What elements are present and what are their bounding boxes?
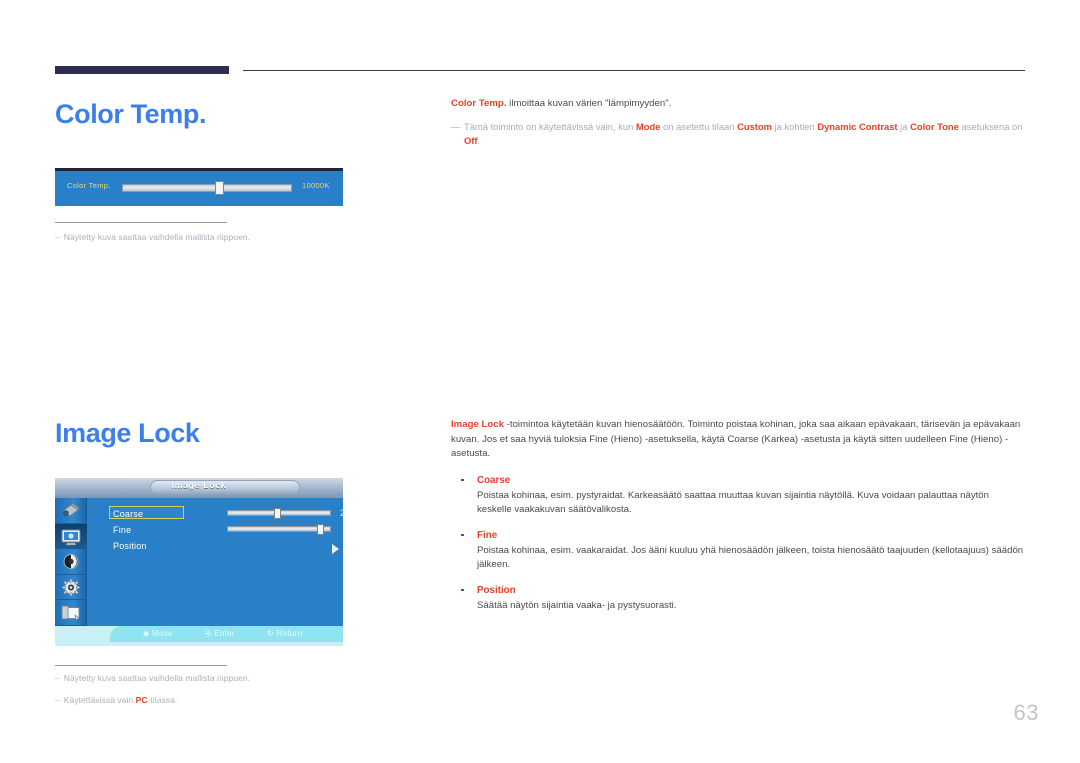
osd-footer-move[interactable]: ◆ Move bbox=[143, 629, 173, 638]
term-image-lock: Image Lock bbox=[451, 419, 504, 430]
note-term: Dynamic Contrast bbox=[817, 120, 898, 132]
note-image-lock-1: – Näytetty kuva saattaa vaihdella mallist… bbox=[55, 673, 250, 683]
term-color-temp: Color Temp. bbox=[451, 98, 507, 109]
note-run: asetuksena on bbox=[958, 120, 1023, 132]
osd-color-temp-value: 10000K bbox=[302, 181, 330, 190]
paragraph-image-lock-lead: Image Lock -toimintoa käytetään kuvan hi… bbox=[451, 418, 1026, 462]
osd-footer-return-label: Return bbox=[276, 629, 303, 638]
page-title-color-temp: Color Temp. bbox=[55, 99, 207, 129]
note-image-lock-2: – Käytettävissä vain PC-tilassa. bbox=[55, 695, 177, 705]
osd-top-border bbox=[55, 168, 343, 171]
osd-color-temp-screenshot: Color Temp. 10000K bbox=[55, 168, 343, 206]
osd-sidebar-item-sound[interactable] bbox=[55, 549, 87, 575]
bullet-dot-icon bbox=[461, 588, 464, 591]
bullet-position: Position Säätää näytön sijaintia vaaka- … bbox=[451, 583, 1026, 614]
paragraph-color-temp-rest: ilmoittaa kuvan värien "lämpimyyden". bbox=[506, 98, 672, 109]
note-term: Mode bbox=[635, 120, 661, 132]
note-run: Tämä toiminto on käytettävissä vain, kun bbox=[464, 120, 636, 132]
note-text-pre: Käytettävissä vain bbox=[63, 695, 136, 705]
bullet-dot-icon bbox=[461, 533, 464, 536]
paragraph-image-lock-rest: -toimintoa käytetään kuvan hienosäätöön.… bbox=[451, 419, 1021, 459]
osd-position-submenu-arrow-icon[interactable] bbox=[332, 544, 339, 554]
osd-row-fine-label[interactable]: Fine bbox=[113, 525, 131, 535]
osd-coarse-slider-knob[interactable] bbox=[274, 508, 281, 519]
osd-row-position-label[interactable]: Position bbox=[113, 541, 147, 551]
note-dash: – bbox=[55, 673, 60, 683]
note-text: Näytetty kuva saattaa vaihdella mallista… bbox=[63, 232, 251, 242]
paragraph-color-temp-lead: Color Temp. ilmoittaa kuvan värien "lämp… bbox=[451, 97, 1026, 112]
osd-header-bar: Image Lock bbox=[55, 478, 343, 498]
body-image-lock: Image Lock -toimintoa käytetään kuvan hi… bbox=[451, 418, 1026, 613]
bullet-dot-icon bbox=[461, 478, 464, 481]
header-rule-line bbox=[243, 70, 1025, 71]
osd-sidebar-item-picture[interactable] bbox=[55, 523, 87, 549]
osd-row-coarse-label[interactable]: Coarse bbox=[113, 509, 143, 519]
bullet-coarse-label: Coarse bbox=[477, 474, 511, 486]
osd-coarse-value: 2200 bbox=[340, 508, 343, 518]
osd-sidebar-item-multi-control[interactable] bbox=[55, 600, 87, 626]
osd-color-temp-slider-knob[interactable] bbox=[215, 181, 224, 195]
body-color-temp: Color Temp. ilmoittaa kuvan värien "lämp… bbox=[451, 97, 1026, 148]
osd-sidebar-item-input-source[interactable] bbox=[55, 498, 87, 524]
note-dash: – bbox=[55, 695, 60, 705]
note-run: . bbox=[477, 134, 481, 146]
note-paragraph-color-temp: — Tämä toiminto on käytettävissä vain, k… bbox=[451, 120, 1026, 148]
bullet-coarse-text: Poistaa kohinaa, esim. pystyraidat. Kark… bbox=[477, 489, 989, 516]
note-term: Color Tone bbox=[910, 120, 959, 132]
osd-menu-title: Image Lock bbox=[171, 480, 227, 490]
note-rule-color-temp bbox=[55, 222, 227, 223]
page-title-image-lock: Image Lock bbox=[55, 418, 200, 448]
osd-footer-enter-label: Enter bbox=[214, 629, 235, 638]
osd-sidebar bbox=[55, 498, 87, 626]
osd-color-temp-label: Color Temp. bbox=[67, 181, 111, 190]
osd-menu-body: Coarse 2200 Fine 55 Position bbox=[87, 498, 343, 626]
dpad-icon: ◆ bbox=[143, 629, 150, 638]
note-text: Näytetty kuva saattaa vaihdella mallista… bbox=[63, 673, 251, 683]
osd-footer-move-label: Move bbox=[151, 629, 173, 638]
osd-color-temp-slider-track[interactable] bbox=[122, 184, 292, 192]
note-term: Custom bbox=[737, 120, 772, 132]
note-run: ja bbox=[897, 120, 911, 132]
note-run: on asetettu tilaan bbox=[660, 120, 738, 132]
bullet-fine-head: Fine bbox=[451, 528, 1026, 544]
note-paragraph-text: Tämä toiminto on käytettävissä vain, kun… bbox=[464, 121, 1022, 146]
note-emdash: — bbox=[451, 120, 461, 132]
note-term: Off bbox=[464, 134, 478, 146]
osd-fine-slider-knob[interactable] bbox=[317, 524, 324, 535]
osd-footer-return[interactable]: ↻ Return bbox=[267, 629, 302, 638]
osd-fine-slider-track[interactable] bbox=[227, 526, 331, 532]
note-run: ja kohtien bbox=[771, 120, 818, 132]
osd-footer-enter[interactable]: ⎆ Enter bbox=[205, 629, 235, 639]
bullet-coarse: Coarse Poistaa kohinaa, esim. pystyraida… bbox=[451, 473, 1026, 518]
header-accent-bar bbox=[55, 66, 229, 74]
note-text-post: -tilassa. bbox=[147, 695, 178, 705]
return-icon: ↻ bbox=[267, 629, 275, 638]
bullet-position-text: Säätää näytön sijaintia vaaka- ja pystys… bbox=[477, 599, 677, 611]
enter-icon: ⎆ bbox=[205, 629, 212, 638]
bullet-position-head: Position bbox=[451, 583, 1026, 599]
bullet-fine-label: Fine bbox=[477, 529, 498, 541]
bullet-coarse-head: Coarse bbox=[451, 473, 1026, 489]
bullet-fine-text: Poistaa kohinaa, esim. vaakaraidat. Jos … bbox=[477, 544, 1024, 571]
note-rule-image-lock bbox=[55, 665, 227, 666]
page-number: 63 bbox=[1013, 700, 1039, 725]
osd-sidebar-item-setup[interactable] bbox=[55, 575, 87, 600]
osd-footer-bar: ◆ Move ⎆ Enter ↻ Return bbox=[55, 626, 343, 646]
note-term-pc: PC bbox=[135, 695, 148, 705]
osd-image-lock-screenshot: Image Lock Coarse 2 Fine Position ◆ Move… bbox=[55, 478, 343, 646]
bullet-position-label: Position bbox=[477, 584, 516, 596]
bullet-fine: Fine Poistaa kohinaa, esim. vaakaraidat.… bbox=[451, 528, 1026, 573]
note-dash: – bbox=[55, 232, 60, 242]
note-color-temp-1: – Näytetty kuva saattaa vaihdella mallist… bbox=[55, 232, 250, 242]
